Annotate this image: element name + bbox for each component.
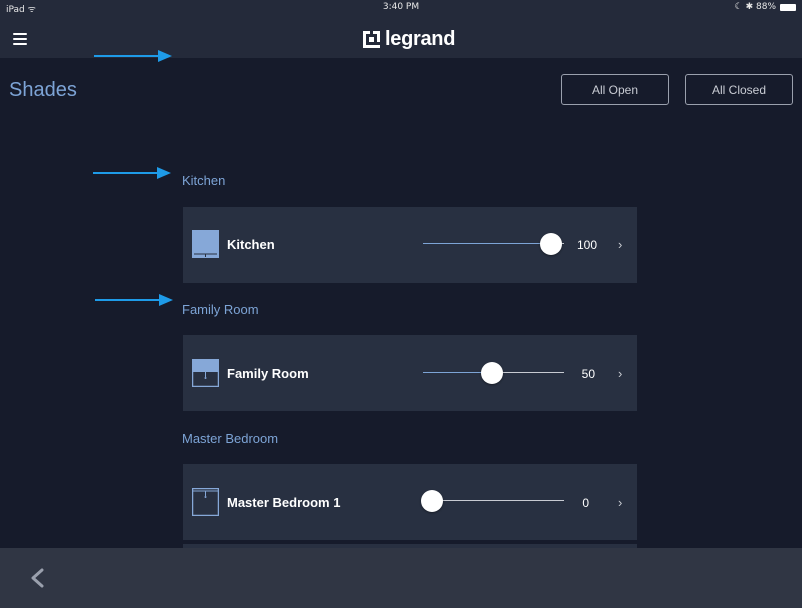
slider-track bbox=[423, 500, 564, 501]
section-label-master-bedroom: Master Bedroom bbox=[182, 431, 279, 446]
shade-label: Family Room bbox=[227, 366, 309, 381]
chevron-right-icon[interactable]: › bbox=[618, 237, 622, 252]
slider-track bbox=[493, 372, 564, 373]
page-title: Shades bbox=[9, 79, 77, 101]
all-open-button[interactable]: All Open bbox=[561, 74, 669, 105]
shade-level-value: 100 bbox=[576, 238, 597, 252]
section-label-family-room: Family Room bbox=[182, 302, 259, 317]
slider-track-fill bbox=[423, 243, 551, 244]
slider-thumb[interactable] bbox=[481, 362, 503, 384]
shade-level-slider[interactable] bbox=[421, 489, 564, 513]
status-right: ☾ ✱ 88% bbox=[735, 2, 796, 12]
shade-open-icon bbox=[192, 230, 219, 258]
bottom-bar bbox=[0, 548, 802, 608]
hamburger-menu-icon[interactable] bbox=[13, 33, 27, 45]
annotation-arrow-icon bbox=[93, 167, 171, 179]
shade-level-value: 0 bbox=[582, 496, 589, 510]
legrand-logo-icon bbox=[363, 30, 380, 48]
shade-closed-icon bbox=[192, 488, 219, 516]
battery-icon bbox=[780, 3, 796, 11]
shade-level-slider[interactable] bbox=[423, 232, 564, 256]
section-label-kitchen: Kitchen bbox=[182, 173, 226, 188]
slider-thumb[interactable] bbox=[421, 490, 443, 512]
shade-half-icon bbox=[192, 359, 219, 387]
chevron-right-icon[interactable]: › bbox=[618, 366, 622, 381]
all-closed-button[interactable]: All Closed bbox=[685, 74, 793, 105]
chevron-right-icon[interactable]: › bbox=[618, 495, 622, 510]
chevron-left-icon[interactable] bbox=[30, 568, 44, 588]
shade-row-master-bedroom-1[interactable]: Master Bedroom 1 0 › bbox=[183, 464, 637, 540]
shade-label: Kitchen bbox=[227, 237, 275, 252]
logo-text: legrand bbox=[385, 27, 456, 50]
shade-row-family-room[interactable]: Family Room 50 › bbox=[183, 335, 637, 411]
shade-label: Master Bedroom 1 bbox=[227, 495, 341, 510]
annotation-arrow-icon bbox=[94, 50, 172, 62]
legrand-logo: legrand bbox=[363, 28, 455, 50]
shade-row-kitchen[interactable]: Kitchen 100 › bbox=[183, 207, 637, 283]
status-battery-text: ☾ ✱ 88% bbox=[734, 2, 776, 12]
slider-thumb[interactable] bbox=[540, 233, 562, 255]
shade-level-value: 50 bbox=[581, 367, 595, 381]
status-time: 3:40 PM bbox=[382, 2, 420, 12]
annotation-arrow-icon bbox=[95, 294, 173, 306]
shade-level-slider[interactable] bbox=[423, 361, 564, 385]
